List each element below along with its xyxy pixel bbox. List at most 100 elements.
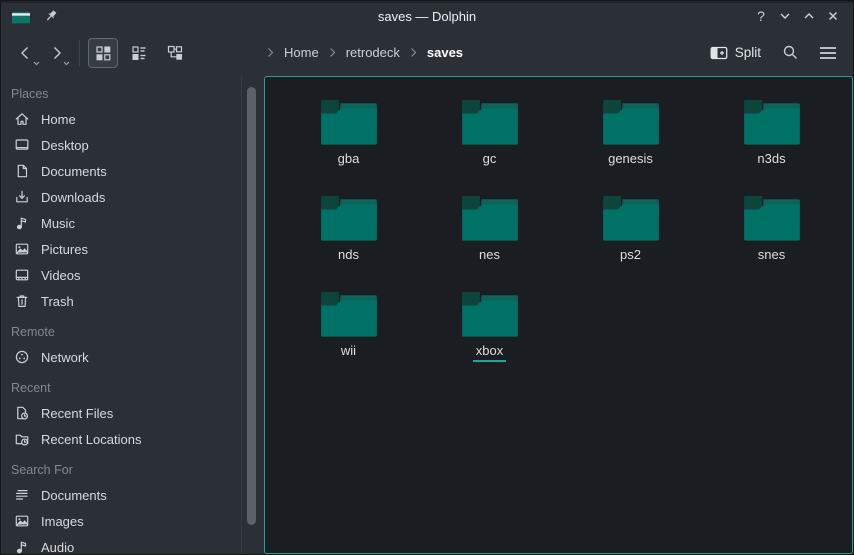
folder-icon [600,193,662,243]
folder-label: snes [755,248,788,266]
folder-item-ps2[interactable]: ps2 [560,193,701,289]
text-lines-icon [14,487,30,503]
folder-item-nes[interactable]: nes [419,193,560,289]
folder-icon [741,97,803,147]
picture-icon [14,241,30,257]
sidebar-item-videos[interactable]: Videos [1,262,264,288]
folder-label: xbox [473,344,506,362]
search-icon[interactable] [775,38,805,68]
sidebar-item-network[interactable]: Network [1,344,264,370]
music-icon [14,215,30,231]
maximize-button[interactable] [799,6,819,26]
breadcrumb-segment-home[interactable]: Home [284,45,319,60]
folder-icon [459,97,521,147]
desktop-icon [14,137,30,153]
folder-icon [459,193,521,243]
minimize-button[interactable] [775,6,795,26]
folder-item-genesis[interactable]: genesis [560,97,701,193]
folder-item-xbox[interactable]: xbox [419,289,560,385]
folder-label: nes [476,248,503,266]
content-area: Places Home Desktop Documents Downloads … [1,76,853,554]
sidebar-item-audio[interactable]: Audio [1,534,264,554]
sidebar-scrollbar-thumb[interactable] [247,87,256,525]
picture-icon [14,513,30,529]
help-button[interactable]: ? [751,6,771,26]
back-button[interactable] [11,38,41,68]
sidebar-section-header: Places [1,82,264,106]
sidebar-item-desktop[interactable]: Desktop [1,132,264,158]
split-button-label: Split [735,45,761,60]
breadcrumb-segment-retrodeck[interactable]: retrodeck [346,45,400,60]
folder-label: wii [338,344,359,362]
sidebar-item-pictures[interactable]: Pictures [1,236,264,262]
folder-item-wii[interactable]: wii [278,289,419,385]
folder-label: ps2 [617,248,644,266]
forward-history-caret[interactable] [63,61,70,66]
dolphin-window: saves — Dolphin ? [0,0,854,555]
sidebar-section-header: Recent [1,376,264,400]
folder-label: nds [335,248,362,266]
folder-app-icon [11,8,31,24]
folder-item-gc[interactable]: gc [419,97,560,193]
home-icon [14,111,30,127]
sidebar-item-recent-files[interactable]: Recent Files [1,400,264,426]
folder-label: n3ds [754,152,788,170]
sidebar-item-downloads[interactable]: Downloads [1,184,264,210]
folder-label: gba [335,152,363,170]
recent-folder-icon [14,431,30,447]
split-view-icon [710,45,728,61]
breadcrumb-chevron-icon [409,47,418,58]
sidebar-scrollbar[interactable] [241,76,264,554]
places-panel: Places Home Desktop Documents Downloads … [1,76,264,554]
sidebar-item-documents[interactable]: Documents [1,482,264,508]
sidebar-item-home[interactable]: Home [1,106,264,132]
folder-icon [318,289,380,339]
folder-icon [600,97,662,147]
recent-file-icon [14,405,30,421]
download-icon [14,189,30,205]
sidebar-section: Recent Recent Files Recent Locations [1,376,264,452]
toolbar: Home retrodeck saves Split [1,29,853,76]
folder-grid: gba gc genesis n3ds nds [278,97,842,385]
sidebar-section: Remote Network [1,320,264,370]
window-title: saves — Dolphin [1,9,853,24]
tree-view-button[interactable] [160,38,190,68]
icons-view-button[interactable] [88,38,118,68]
toolbar-separator [79,40,80,66]
sidebar-item-images[interactable]: Images [1,508,264,534]
compact-view-button[interactable] [124,38,154,68]
forward-button[interactable] [41,38,71,68]
folder-icon [318,97,380,147]
folder-item-snes[interactable]: snes [701,193,842,289]
network-icon [14,349,30,365]
folder-item-n3ds[interactable]: n3ds [701,97,842,193]
folder-label: genesis [605,152,656,170]
breadcrumb: Home retrodeck saves [266,45,463,60]
close-button[interactable] [823,6,843,26]
sidebar-item-music[interactable]: Music [1,210,264,236]
folder-item-gba[interactable]: gba [278,97,419,193]
trash-icon [14,293,30,309]
music-icon [14,539,30,554]
folder-label: gc [480,152,500,170]
folder-view[interactable]: gba gc genesis n3ds nds [264,76,853,554]
sidebar-section: Search For Documents Images Audio [1,458,264,554]
folder-icon [741,193,803,243]
sidebar-item-trash[interactable]: Trash [1,288,264,314]
document-icon [14,163,30,179]
hamburger-menu-icon[interactable] [813,38,843,68]
folder-icon [318,193,380,243]
titlebar: saves — Dolphin ? [1,1,853,29]
sidebar-item-documents[interactable]: Documents [1,158,264,184]
breadcrumb-segment-saves[interactable]: saves [427,45,463,60]
split-button[interactable]: Split [704,41,767,65]
sidebar-section: Places Home Desktop Documents Downloads … [1,82,264,314]
sidebar-section-header: Remote [1,320,264,344]
sidebar-section-header: Search For [1,458,264,482]
breadcrumb-chevron-icon [266,47,275,58]
folder-icon [459,289,521,339]
sidebar-item-recent-locations[interactable]: Recent Locations [1,426,264,452]
pin-icon[interactable] [43,8,59,24]
back-history-caret[interactable] [33,61,40,66]
folder-item-nds[interactable]: nds [278,193,419,289]
